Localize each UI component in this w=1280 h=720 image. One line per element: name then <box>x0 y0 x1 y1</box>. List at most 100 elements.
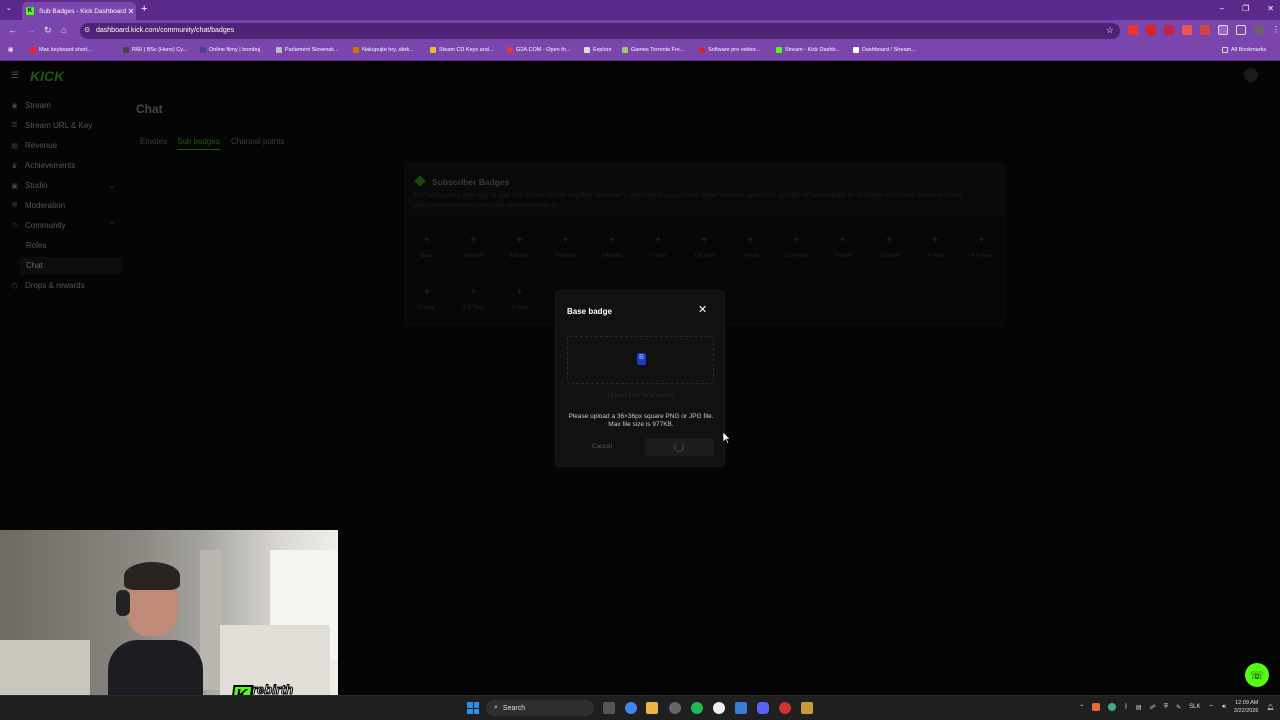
extensions-puzzle-icon[interactable] <box>1218 25 1228 35</box>
bookmark-item[interactable]: Mac keyboard short... <box>30 47 92 53</box>
clock[interactable]: 12:09 AM 3/22/2026 <box>1234 699 1258 715</box>
volume-icon[interactable]: 🔊︎ <box>1222 704 1226 711</box>
back-icon[interactable]: ← <box>8 25 17 35</box>
wifi-icon[interactable]: ⌔ <box>1208 703 1214 711</box>
chrome-icon[interactable] <box>625 702 637 714</box>
bookmark-item[interactable]: Dashboard / Stream... <box>853 47 916 53</box>
reload-icon[interactable]: ↻ <box>44 25 52 36</box>
bookmark-item[interactable]: R60 | BSc (Hons) Cy... <box>123 47 187 53</box>
app-icon[interactable] <box>669 702 681 714</box>
bookmark-item[interactable]: Explore <box>584 47 612 53</box>
sidebar-item-chat[interactable]: Chat <box>26 261 43 270</box>
badge-slot[interactable]: +9-Month <box>592 235 632 259</box>
bookmark-item[interactable]: Steam CD Keys and... <box>430 47 493 53</box>
kick-logo[interactable]: KICK <box>30 68 64 84</box>
sidebar-item-stream[interactable]: ◉ Stream <box>10 101 50 110</box>
badge-slot[interactable]: +5.5-Year <box>453 287 493 311</box>
site-info-icon[interactable]: ⚙ <box>84 26 90 34</box>
save-button[interactable] <box>645 438 714 456</box>
window-close-icon[interactable]: ✕ <box>1267 4 1274 13</box>
task-view-icon[interactable] <box>603 702 615 714</box>
extension-icon[interactable] <box>1200 25 1210 35</box>
bookmark-item[interactable]: Software pro vektor... <box>699 47 760 53</box>
sidebar-item-revenue[interactable]: ▤ Revenue <box>10 141 57 150</box>
forward-icon[interactable]: → <box>26 25 35 35</box>
tab-close-icon[interactable]: ✕ <box>126 7 136 16</box>
app-icon[interactable] <box>779 702 791 714</box>
extension-icon[interactable] <box>1164 25 1174 35</box>
tray-app-icon[interactable] <box>1108 703 1117 711</box>
apps-grid-icon[interactable]: ▦ <box>8 47 13 53</box>
profile-avatar[interactable] <box>1254 25 1264 35</box>
language-indicator[interactable]: SLK <box>1189 704 1200 710</box>
chevron-up-icon[interactable]: ⌃ <box>1079 704 1084 711</box>
taskbar-search[interactable]: ⌕ Search <box>486 700 594 716</box>
hamburger-menu-icon[interactable]: ☰ <box>11 70 19 81</box>
badge-slot[interactable]: +2-Month <box>453 235 493 259</box>
badge-slot[interactable]: +3.5-Year <box>869 235 909 259</box>
store-icon[interactable] <box>735 702 747 714</box>
sidebar-item-community[interactable]: ☺ Community <box>10 221 66 230</box>
sidebar-item-roles[interactable]: Roles <box>26 241 46 250</box>
maximize-icon[interactable]: ❐ <box>1242 4 1249 13</box>
badge-slot[interactable]: + Base <box>407 235 447 259</box>
league-of-legends-icon[interactable] <box>801 702 813 714</box>
chatgpt-icon[interactable] <box>713 702 725 714</box>
badge-slot[interactable]: +2-Year <box>730 235 770 259</box>
discord-icon[interactable] <box>757 702 769 714</box>
extension-icon[interactable] <box>1182 25 1192 35</box>
user-avatar[interactable] <box>1244 68 1258 82</box>
bookmark-item[interactable]: Online filmy | bombuj <box>200 47 260 53</box>
tab-sub-badges[interactable]: Sub badges <box>177 137 220 150</box>
chevron-down-icon[interactable]: ⌄ <box>109 182 115 190</box>
badge-slot[interactable]: +1.5-Year <box>684 235 724 259</box>
browser-tab[interactable]: K Sub Badges - Kick Dashboard ✕ <box>22 2 136 20</box>
download-icon[interactable] <box>1236 25 1246 35</box>
bookmark-item[interactable]: Stream - Kick Dashb... <box>776 47 840 53</box>
sidebar-item-studio[interactable]: ▣ Studio <box>10 181 48 190</box>
upload-dropzone[interactable]: B <box>567 336 714 384</box>
extension-icon[interactable] <box>1146 25 1156 35</box>
url-field[interactable]: ⚙ dashboard.kick.com/community/chat/badg… <box>80 23 1120 39</box>
badge-slot[interactable]: +5-Year <box>407 287 447 311</box>
badge-slot[interactable]: +3-Year <box>823 235 863 259</box>
sidebar-item-stream-url-key[interactable]: ⚿ Stream URL & Key <box>10 121 92 130</box>
notifications-icon[interactable]: 🔔︎ <box>1266 704 1274 711</box>
badge-slot[interactable]: +4-Year <box>915 235 955 259</box>
sidebar-item-drops-rewards[interactable]: ⬡ Drops & rewards <box>10 281 84 290</box>
shield-icon[interactable]: ⛨ <box>1164 704 1169 711</box>
all-bookmarks[interactable]: All Bookmarks <box>1222 47 1266 53</box>
spotify-icon[interactable] <box>691 702 703 714</box>
tray-app-icon[interactable]: ▤ <box>1136 704 1142 711</box>
menu-kebab-icon[interactable]: ⋮ <box>1272 25 1280 35</box>
bookmark-item[interactable]: G2A.COM - Open th... <box>507 47 570 53</box>
help-chat-icon[interactable]: ☏ <box>1245 663 1269 687</box>
bluetooth-icon[interactable]: ᛒ <box>1124 704 1128 710</box>
bookmark-star-icon[interactable]: ☆ <box>1106 25 1114 36</box>
upload-local-link[interactable]: Upload from local device <box>567 393 714 399</box>
tray-app-icon[interactable]: ☍ <box>1150 704 1156 711</box>
bookmark-item[interactable]: Games Torrents Fre... <box>622 47 684 53</box>
badge-slot[interactable]: +3-Month <box>499 235 539 259</box>
home-icon[interactable]: ⌂ <box>61 25 66 35</box>
chevron-up-icon[interactable]: ⌃ <box>109 221 115 229</box>
minimize-icon[interactable]: – <box>1220 4 1224 13</box>
badge-slot[interactable]: +1-Year <box>638 235 678 259</box>
tray-app-icon[interactable]: ✎ <box>1176 704 1181 711</box>
cancel-button[interactable]: Cancel <box>567 440 637 454</box>
tab-emotes[interactable]: Emotes <box>140 137 167 146</box>
badge-slot[interactable]: +2.5-Year <box>777 235 817 259</box>
new-tab-icon[interactable]: + <box>141 3 147 15</box>
sidebar-item-achievements[interactable]: ♛ Achievements <box>10 161 75 170</box>
badge-slot[interactable]: +6-Year <box>499 287 539 311</box>
bookmark-item[interactable]: Parlament Slovensk... <box>276 47 339 53</box>
sidebar-item-moderation[interactable]: ⛨ Moderation <box>10 201 65 210</box>
badge-slot[interactable]: +6-Month <box>546 235 586 259</box>
bookmark-item[interactable]: Nakupujte hry, dárk... <box>353 47 414 53</box>
badge-slot[interactable]: +4.5-Year <box>961 235 1001 259</box>
tab-search-icon[interactable]: ⌄ <box>6 4 12 12</box>
tray-app-icon[interactable] <box>1092 703 1101 711</box>
close-icon[interactable]: ✕ <box>698 303 707 316</box>
windows-start-icon[interactable] <box>467 702 479 714</box>
tab-channel-points[interactable]: Channel points <box>231 137 284 146</box>
